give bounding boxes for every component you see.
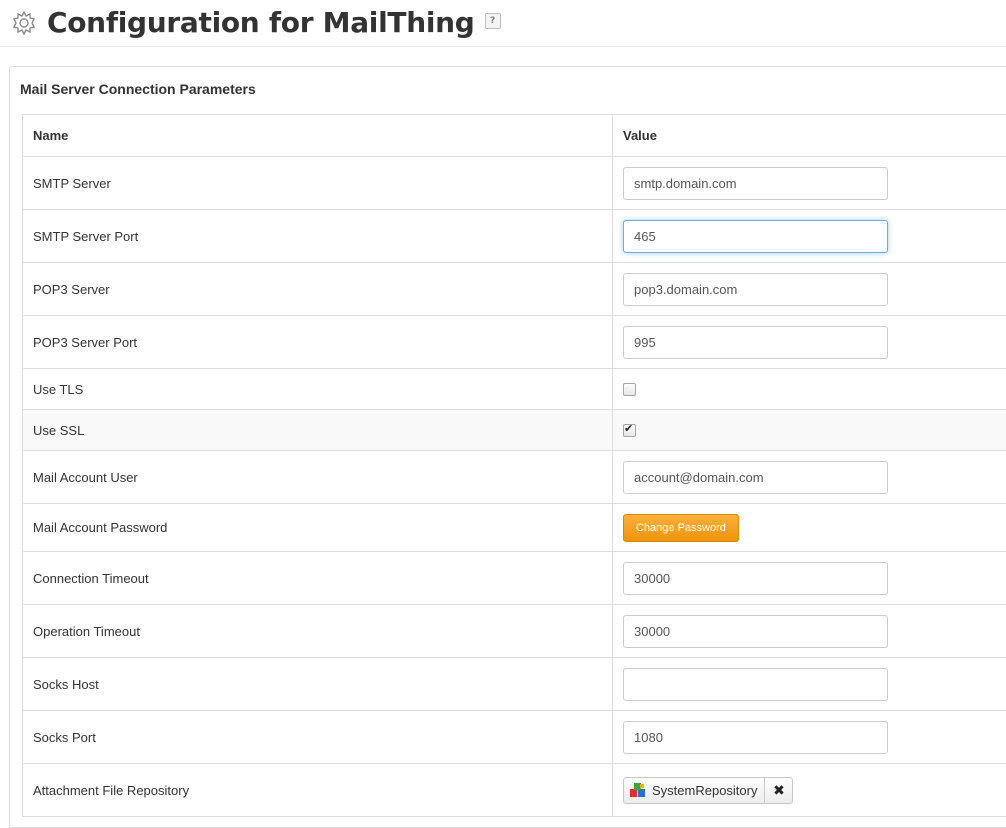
table-row: Operation Timeout <box>23 605 1006 658</box>
table-row: Socks Host <box>23 658 1006 711</box>
pop3-server-label: POP3 Server <box>23 263 613 316</box>
table-row: Connection Timeout <box>23 552 1006 605</box>
smtp-port-label: SMTP Server Port <box>23 210 613 263</box>
pop3-server-input[interactable] <box>623 273 888 306</box>
page-title: Configuration for MailThing? <box>47 3 501 43</box>
column-header-value: Value <box>613 115 1006 157</box>
use-ssl-checkbox[interactable]: ✔ <box>623 424 636 437</box>
repository-name: SystemRepository <box>652 783 757 798</box>
help-icon[interactable]: ? <box>485 13 501 29</box>
value-cell: ✔ <box>613 410 1006 451</box>
socks-host-input[interactable] <box>623 668 888 701</box>
smtp-server-label: SMTP Server <box>23 157 613 210</box>
connection-timeout-label: Connection Timeout <box>23 552 613 605</box>
value-cell <box>613 210 1006 263</box>
value-cell <box>613 711 1006 764</box>
operation-timeout-label: Operation Timeout <box>23 605 613 658</box>
smtp-port-input[interactable] <box>623 220 888 253</box>
use-tls-label: Use TLS <box>23 369 613 410</box>
table-row: SMTP Server Port <box>23 210 1006 263</box>
panel-title: Mail Server Connection Parameters <box>20 81 256 97</box>
table-row: Socks Port <box>23 711 1006 764</box>
table-row: Mail Account User <box>23 451 1006 504</box>
value-cell <box>613 658 1006 711</box>
table-row: Use TLS <box>23 369 1006 410</box>
table-row: SMTP Server <box>23 157 1006 210</box>
column-header-name: Name <box>23 115 613 157</box>
page-title-text: Configuration for MailThing <box>47 6 475 39</box>
value-cell <box>613 605 1006 658</box>
use-tls-checkbox[interactable] <box>623 383 636 396</box>
value-cell <box>613 263 1006 316</box>
repository-selector[interactable]: SystemRepository ✖ <box>623 777 793 804</box>
change-password-button[interactable]: Change Password <box>623 514 739 542</box>
account-user-input[interactable] <box>623 461 888 494</box>
value-cell: SystemRepository ✖ <box>613 764 1006 817</box>
value-cell <box>613 157 1006 210</box>
account-user-label: Mail Account User <box>23 451 613 504</box>
value-cell <box>613 552 1006 605</box>
smtp-server-input[interactable] <box>623 167 888 200</box>
repository-icon <box>629 781 647 799</box>
close-icon[interactable]: ✖ <box>764 778 792 803</box>
gear-icon <box>9 8 39 38</box>
socks-port-input[interactable] <box>623 721 888 754</box>
mail-server-panel: Mail Server Connection Parameters Name V… <box>9 66 1006 828</box>
repository-select-button[interactable]: SystemRepository <box>624 778 764 803</box>
checkmark-icon: ✔ <box>624 422 633 435</box>
use-ssl-label: Use SSL <box>23 410 613 451</box>
parameters-table: Name Value SMTP Server SMTP Server Port … <box>22 114 1006 817</box>
pop3-port-input[interactable] <box>623 326 888 359</box>
value-cell: Change Password <box>613 504 1006 552</box>
table-row: Mail Account Password Change Password <box>23 504 1006 552</box>
table-row: POP3 Server Port <box>23 316 1006 369</box>
attachment-repo-label: Attachment File Repository <box>23 764 613 817</box>
pop3-port-label: POP3 Server Port <box>23 316 613 369</box>
table-row: POP3 Server <box>23 263 1006 316</box>
connection-timeout-input[interactable] <box>623 562 888 595</box>
page-header: Configuration for MailThing? <box>0 0 1006 47</box>
socks-port-label: Socks Port <box>23 711 613 764</box>
operation-timeout-input[interactable] <box>623 615 888 648</box>
socks-host-label: Socks Host <box>23 658 613 711</box>
value-cell <box>613 369 1006 410</box>
table-header-row: Name Value <box>23 115 1006 157</box>
table-row: Use SSL ✔ <box>23 410 1006 451</box>
value-cell <box>613 451 1006 504</box>
table-row: Attachment File Repository SystemReposit… <box>23 764 1006 817</box>
value-cell <box>613 316 1006 369</box>
account-password-label: Mail Account Password <box>23 504 613 552</box>
